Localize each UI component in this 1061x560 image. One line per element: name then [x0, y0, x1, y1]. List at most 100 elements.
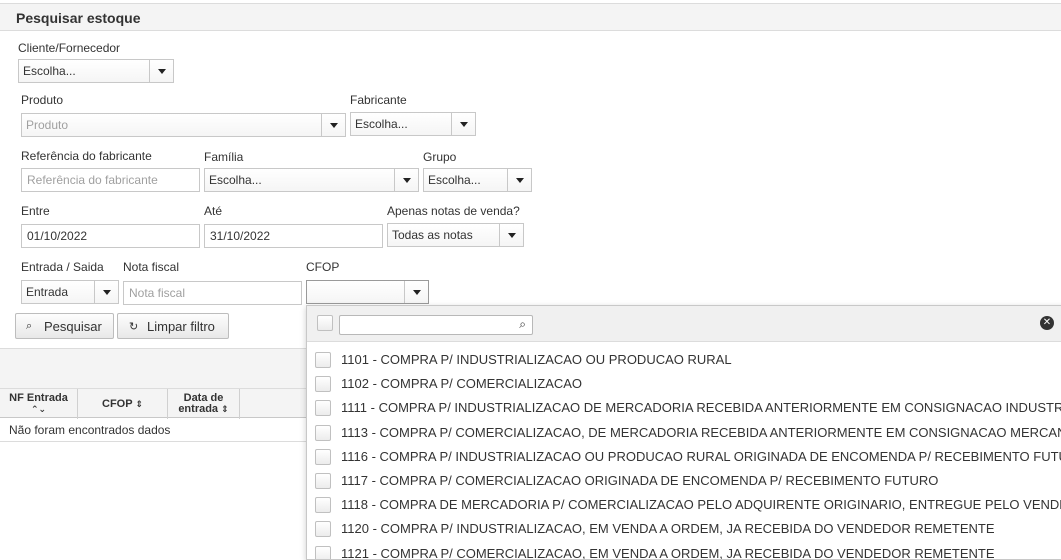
cfop-option[interactable]: 1120 - COMPRA P/ INDUSTRIALIZACAO, EM VE… — [307, 517, 1061, 541]
search-icon: ⌕ — [519, 317, 526, 331]
cliente-select[interactable]: Escolha... — [18, 59, 174, 83]
cfop-option-label: 1102 - COMPRA P/ COMERCIALIZACAO — [341, 376, 583, 392]
cfop-option[interactable]: 1117 - COMPRA P/ COMERCIALIZACAO ORIGINA… — [307, 469, 1061, 493]
familia-select-value: Escolha... — [209, 173, 262, 187]
entrada-saida-select-toggle[interactable] — [94, 281, 118, 303]
cfop-option[interactable]: 1102 - COMPRA P/ COMERCIALIZACAO — [307, 372, 1061, 396]
cfop-option-label: 1111 - COMPRA P/ INDUSTRIALIZACAO DE MER… — [341, 400, 1061, 416]
apenas-notas-label: Apenas notas de venda? — [387, 204, 520, 218]
results-table-header: NF Entrada ⌃⌄ CFOP ⇕ Data de entrada ⇕ — [0, 388, 306, 419]
close-icon[interactable]: ✕ — [1040, 316, 1054, 330]
pesquisar-button-label: Pesquisar — [44, 319, 102, 334]
ate-label: Até — [204, 204, 223, 218]
table-divider — [0, 441, 306, 442]
fabricante-label: Fabricante — [350, 93, 407, 107]
search-icon: ⌕ — [26, 320, 33, 332]
cfop-option[interactable]: 1118 - COMPRA DE MERCADORIA P/ COMERCIAL… — [307, 493, 1061, 517]
apenas-notas-select-value: Todas as notas — [392, 228, 473, 242]
cfop-dropdown-toolbar: ⌕ ✕ — [307, 306, 1061, 342]
cfop-option-checkbox[interactable] — [315, 352, 331, 368]
grupo-select-value: Escolha... — [428, 173, 481, 187]
nota-fiscal-input[interactable]: Nota fiscal — [123, 281, 302, 305]
cfop-option-checkbox[interactable] — [315, 448, 331, 465]
th-nf-entrada[interactable]: NF Entrada ⌃⌄ — [0, 389, 78, 419]
entrada-saida-select-value: Entrada — [26, 285, 69, 299]
sort-icon: ⇕ — [221, 404, 229, 414]
cfop-option-checkbox[interactable] — [315, 424, 331, 441]
apenas-notas-select[interactable]: Todas as notas — [387, 223, 524, 247]
cfop-option-checkbox[interactable] — [315, 400, 331, 417]
produto-select[interactable]: Produto — [21, 113, 346, 137]
chevron-down-icon — [403, 178, 411, 183]
grupo-select[interactable]: Escolha... — [423, 168, 532, 192]
cliente-select-toggle[interactable] — [149, 60, 173, 82]
select-all-checkbox[interactable] — [317, 315, 333, 331]
limpar-filtro-button[interactable]: ↻ Limpar filtro — [117, 313, 229, 339]
entrada-saida-label: Entrada / Saida — [21, 260, 104, 274]
familia-select[interactable]: Escolha... — [204, 168, 419, 192]
cfop-dropdown: ⌕ ✕ 1101 - COMPRA P/ INDUSTRIALIZACAO OU… — [306, 305, 1061, 560]
produto-select-placeholder: Produto — [26, 118, 69, 132]
referencia-input[interactable]: Referência do fabricante — [21, 168, 200, 192]
th-nf-entrada-label: NF Entrada — [9, 392, 68, 404]
cfop-search-input[interactable]: ⌕ — [339, 315, 533, 335]
entre-label: Entre — [21, 204, 50, 218]
sort-icon: ⇕ — [135, 399, 143, 409]
familia-label: Família — [204, 150, 244, 164]
entre-date-input[interactable]: 01/10/2022 — [21, 224, 200, 248]
cfop-option-label: 1121 - COMPRA P/ COMERCIALIZACAO, EM VEN… — [341, 545, 995, 560]
chevron-down-icon — [413, 290, 421, 295]
cfop-option-checkbox[interactable] — [315, 497, 331, 514]
cfop-option-label: 1117 - COMPRA P/ COMERCIALIZACAO ORIGINA… — [341, 473, 939, 488]
chevron-down-icon — [516, 178, 524, 183]
th-cfop[interactable]: CFOP ⇕ — [78, 389, 168, 419]
cfop-option-label: 1116 - COMPRA P/ INDUSTRIALIZACAO OU PRO… — [341, 448, 1061, 464]
produto-select-toggle[interactable] — [321, 114, 345, 136]
apenas-notas-select-toggle[interactable] — [499, 224, 523, 246]
refresh-icon: ↻ — [129, 321, 139, 333]
th-data-entrada-label: entrada — [178, 403, 219, 415]
cfop-option-label: 1120 - COMPRA P/ INDUSTRIALIZACAO, EM VE… — [341, 521, 995, 537]
fabricante-select-value: Escolha... — [355, 117, 408, 131]
cfop-option[interactable]: 1121 - COMPRA P/ COMERCIALIZACAO, EM VEN… — [307, 542, 1061, 560]
th-cfop-label: CFOP — [102, 398, 133, 410]
chevron-down-icon — [330, 123, 338, 128]
cfop-label: CFOP — [306, 260, 340, 274]
sort-icon: ⌃⌄ — [30, 404, 47, 414]
chevron-down-icon — [158, 69, 166, 74]
cfop-option[interactable]: 1111 - COMPRA P/ INDUSTRIALIZACAO DE MER… — [307, 396, 1061, 420]
panel-header: Pesquisar estoque — [0, 3, 1061, 31]
cfop-option-label: 1118 - COMPRA DE MERCADORIA P/ COMERCIAL… — [341, 497, 1061, 513]
pesquisar-button[interactable]: ⌕ Pesquisar — [15, 313, 114, 339]
cfop-option-label: 1113 - COMPRA P/ COMERCIALIZACAO, DE MER… — [341, 424, 1061, 440]
cfop-option-checkbox[interactable] — [315, 473, 331, 489]
cfop-option-label: 1101 - COMPRA P/ INDUSTRIALIZACAO OU PRO… — [341, 352, 732, 367]
chevron-down-icon — [103, 290, 111, 295]
familia-select-toggle[interactable] — [394, 169, 418, 191]
fabricante-select[interactable]: Escolha... — [350, 112, 476, 136]
cfop-select[interactable] — [306, 280, 429, 304]
cfop-option[interactable]: 1113 - COMPRA P/ COMERCIALIZACAO, DE MER… — [307, 421, 1061, 445]
grupo-select-toggle[interactable] — [507, 169, 531, 191]
cliente-label: Cliente/Fornecedor — [18, 41, 121, 55]
cliente-select-value: Escolha... — [23, 64, 76, 78]
entrada-saida-select[interactable]: Entrada — [21, 280, 119, 304]
referencia-label: Referência do fabricante — [21, 149, 152, 163]
ate-date-input[interactable]: 31/10/2022 — [204, 224, 383, 248]
cfop-option-checkbox[interactable] — [315, 376, 331, 393]
th-data-entrada-line2: entrada ⇕ — [168, 404, 239, 415]
th-data-entrada[interactable]: Data de entrada ⇕ — [168, 389, 240, 419]
results-panel-header — [0, 348, 306, 388]
cfop-option[interactable]: 1116 - COMPRA P/ INDUSTRIALIZACAO OU PRO… — [307, 445, 1061, 469]
cfop-option-checkbox[interactable] — [315, 521, 331, 538]
panel-title: Pesquisar estoque — [16, 10, 141, 26]
empty-table-message: Não foram encontrados dados — [9, 423, 171, 437]
limpar-filtro-button-label: Limpar filtro — [147, 319, 215, 334]
cfop-select-toggle[interactable] — [404, 281, 428, 303]
cfop-option[interactable]: 1101 - COMPRA P/ INDUSTRIALIZACAO OU PRO… — [307, 348, 1061, 372]
produto-label: Produto — [21, 93, 64, 107]
chevron-down-icon — [508, 233, 516, 238]
chevron-down-icon — [460, 122, 468, 127]
cfop-option-checkbox[interactable] — [315, 545, 331, 559]
fabricante-select-toggle[interactable] — [451, 113, 475, 135]
